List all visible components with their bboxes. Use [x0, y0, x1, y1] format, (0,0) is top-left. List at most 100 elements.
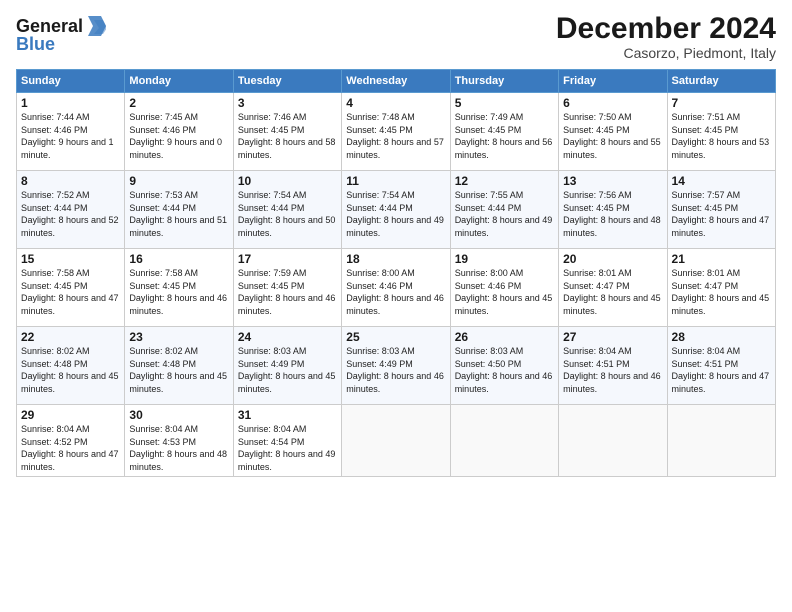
day-info: Sunrise: 8:04 AMSunset: 4:52 PMDaylight:…: [21, 424, 119, 472]
day-number: 2: [129, 96, 228, 110]
logo: General Blue: [16, 12, 106, 56]
day-number: 6: [563, 96, 662, 110]
col-sunday: Sunday: [17, 70, 125, 93]
day-number: 3: [238, 96, 337, 110]
day-number: 29: [21, 408, 120, 422]
day-number: 7: [672, 96, 771, 110]
day-number: 26: [455, 330, 554, 344]
table-row: 7 Sunrise: 7:51 AMSunset: 4:45 PMDayligh…: [667, 93, 775, 171]
day-info: Sunrise: 8:04 AMSunset: 4:51 PMDaylight:…: [563, 346, 661, 394]
day-info: Sunrise: 8:04 AMSunset: 4:53 PMDaylight:…: [129, 424, 227, 472]
table-row: 1 Sunrise: 7:44 AMSunset: 4:46 PMDayligh…: [17, 93, 125, 171]
table-row: 13 Sunrise: 7:56 AMSunset: 4:45 PMDaylig…: [559, 171, 667, 249]
table-row: 4 Sunrise: 7:48 AMSunset: 4:45 PMDayligh…: [342, 93, 450, 171]
day-number: 24: [238, 330, 337, 344]
table-row: 15 Sunrise: 7:58 AMSunset: 4:45 PMDaylig…: [17, 249, 125, 327]
page: General Blue December 2024 Casorzo, Pied…: [0, 0, 792, 612]
col-thursday: Thursday: [450, 70, 558, 93]
day-number: 19: [455, 252, 554, 266]
table-row: 21 Sunrise: 8:01 AMSunset: 4:47 PMDaylig…: [667, 249, 775, 327]
table-row: 17 Sunrise: 7:59 AMSunset: 4:45 PMDaylig…: [233, 249, 341, 327]
table-row: [559, 405, 667, 477]
table-row: 6 Sunrise: 7:50 AMSunset: 4:45 PMDayligh…: [559, 93, 667, 171]
table-row: [450, 405, 558, 477]
day-info: Sunrise: 7:48 AMSunset: 4:45 PMDaylight:…: [346, 112, 444, 160]
day-info: Sunrise: 7:50 AMSunset: 4:45 PMDaylight:…: [563, 112, 661, 160]
logo-svg: General Blue: [16, 12, 106, 56]
table-row: 28 Sunrise: 8:04 AMSunset: 4:51 PMDaylig…: [667, 327, 775, 405]
day-info: Sunrise: 7:45 AMSunset: 4:46 PMDaylight:…: [129, 112, 222, 160]
table-row: [342, 405, 450, 477]
svg-text:General: General: [16, 16, 83, 36]
table-row: 19 Sunrise: 8:00 AMSunset: 4:46 PMDaylig…: [450, 249, 558, 327]
table-row: 2 Sunrise: 7:45 AMSunset: 4:46 PMDayligh…: [125, 93, 233, 171]
day-info: Sunrise: 7:54 AMSunset: 4:44 PMDaylight:…: [346, 190, 444, 238]
table-row: 24 Sunrise: 8:03 AMSunset: 4:49 PMDaylig…: [233, 327, 341, 405]
table-row: 10 Sunrise: 7:54 AMSunset: 4:44 PMDaylig…: [233, 171, 341, 249]
col-wednesday: Wednesday: [342, 70, 450, 93]
table-row: 12 Sunrise: 7:55 AMSunset: 4:44 PMDaylig…: [450, 171, 558, 249]
day-number: 30: [129, 408, 228, 422]
table-row: 14 Sunrise: 7:57 AMSunset: 4:45 PMDaylig…: [667, 171, 775, 249]
day-number: 9: [129, 174, 228, 188]
day-info: Sunrise: 7:49 AMSunset: 4:45 PMDaylight:…: [455, 112, 553, 160]
table-row: 5 Sunrise: 7:49 AMSunset: 4:45 PMDayligh…: [450, 93, 558, 171]
day-number: 4: [346, 96, 445, 110]
table-row: [667, 405, 775, 477]
day-info: Sunrise: 8:00 AMSunset: 4:46 PMDaylight:…: [455, 268, 553, 316]
table-row: 18 Sunrise: 8:00 AMSunset: 4:46 PMDaylig…: [342, 249, 450, 327]
day-info: Sunrise: 8:01 AMSunset: 4:47 PMDaylight:…: [563, 268, 661, 316]
day-number: 5: [455, 96, 554, 110]
day-info: Sunrise: 8:02 AMSunset: 4:48 PMDaylight:…: [129, 346, 227, 394]
day-info: Sunrise: 8:03 AMSunset: 4:50 PMDaylight:…: [455, 346, 553, 394]
day-number: 22: [21, 330, 120, 344]
day-number: 12: [455, 174, 554, 188]
day-number: 28: [672, 330, 771, 344]
title-block: December 2024 Casorzo, Piedmont, Italy: [556, 12, 776, 61]
calendar-table: Sunday Monday Tuesday Wednesday Thursday…: [16, 69, 776, 477]
day-number: 10: [238, 174, 337, 188]
table-row: 23 Sunrise: 8:02 AMSunset: 4:48 PMDaylig…: [125, 327, 233, 405]
day-number: 23: [129, 330, 228, 344]
day-info: Sunrise: 7:46 AMSunset: 4:45 PMDaylight:…: [238, 112, 336, 160]
day-info: Sunrise: 7:58 AMSunset: 4:45 PMDaylight:…: [129, 268, 227, 316]
table-row: 26 Sunrise: 8:03 AMSunset: 4:50 PMDaylig…: [450, 327, 558, 405]
day-info: Sunrise: 7:51 AMSunset: 4:45 PMDaylight:…: [672, 112, 770, 160]
table-row: 31 Sunrise: 8:04 AMSunset: 4:54 PMDaylig…: [233, 405, 341, 477]
day-number: 27: [563, 330, 662, 344]
table-row: 20 Sunrise: 8:01 AMSunset: 4:47 PMDaylig…: [559, 249, 667, 327]
day-number: 20: [563, 252, 662, 266]
day-number: 31: [238, 408, 337, 422]
day-number: 18: [346, 252, 445, 266]
header: General Blue December 2024 Casorzo, Pied…: [16, 12, 776, 61]
day-number: 15: [21, 252, 120, 266]
col-monday: Monday: [125, 70, 233, 93]
table-row: 29 Sunrise: 8:04 AMSunset: 4:52 PMDaylig…: [17, 405, 125, 477]
col-friday: Friday: [559, 70, 667, 93]
day-info: Sunrise: 7:44 AMSunset: 4:46 PMDaylight:…: [21, 112, 114, 160]
day-number: 14: [672, 174, 771, 188]
table-row: 8 Sunrise: 7:52 AMSunset: 4:44 PMDayligh…: [17, 171, 125, 249]
header-row: Sunday Monday Tuesday Wednesday Thursday…: [17, 70, 776, 93]
location-subtitle: Casorzo, Piedmont, Italy: [556, 45, 776, 61]
table-row: 22 Sunrise: 8:02 AMSunset: 4:48 PMDaylig…: [17, 327, 125, 405]
day-number: 1: [21, 96, 120, 110]
day-info: Sunrise: 8:04 AMSunset: 4:54 PMDaylight:…: [238, 424, 336, 472]
day-info: Sunrise: 7:52 AMSunset: 4:44 PMDaylight:…: [21, 190, 119, 238]
table-row: 9 Sunrise: 7:53 AMSunset: 4:44 PMDayligh…: [125, 171, 233, 249]
day-number: 13: [563, 174, 662, 188]
day-number: 17: [238, 252, 337, 266]
month-title: December 2024: [556, 12, 776, 45]
day-info: Sunrise: 7:57 AMSunset: 4:45 PMDaylight:…: [672, 190, 770, 238]
day-info: Sunrise: 7:54 AMSunset: 4:44 PMDaylight:…: [238, 190, 336, 238]
table-row: 25 Sunrise: 8:03 AMSunset: 4:49 PMDaylig…: [342, 327, 450, 405]
day-info: Sunrise: 8:01 AMSunset: 4:47 PMDaylight:…: [672, 268, 770, 316]
day-info: Sunrise: 7:58 AMSunset: 4:45 PMDaylight:…: [21, 268, 119, 316]
day-info: Sunrise: 7:59 AMSunset: 4:45 PMDaylight:…: [238, 268, 336, 316]
svg-text:Blue: Blue: [16, 34, 55, 54]
table-row: 11 Sunrise: 7:54 AMSunset: 4:44 PMDaylig…: [342, 171, 450, 249]
day-info: Sunrise: 7:53 AMSunset: 4:44 PMDaylight:…: [129, 190, 227, 238]
day-info: Sunrise: 8:04 AMSunset: 4:51 PMDaylight:…: [672, 346, 770, 394]
day-info: Sunrise: 7:55 AMSunset: 4:44 PMDaylight:…: [455, 190, 553, 238]
table-row: 3 Sunrise: 7:46 AMSunset: 4:45 PMDayligh…: [233, 93, 341, 171]
